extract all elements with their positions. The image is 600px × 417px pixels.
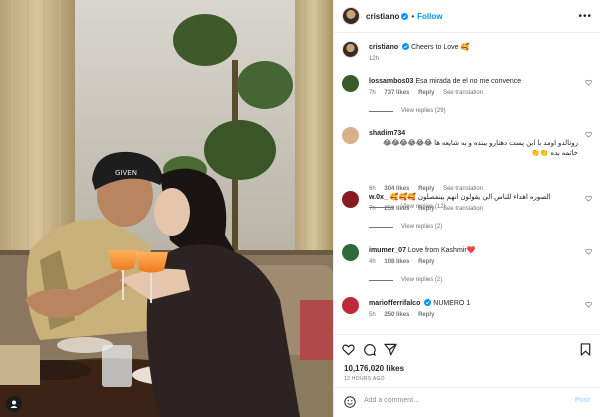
svg-text:GIVEN: GIVEN (115, 169, 137, 177)
heart-icon[interactable] (342, 343, 355, 356)
caption: cristiano Cheers to Love 🥰 12h (342, 41, 592, 71)
comment-item: w.0x_ الصوره اهداء للناس الي يقولون انهم… (342, 191, 592, 236)
post-timestamp: 12 HOURS AGO (344, 376, 385, 382)
header-separator: • (411, 11, 415, 21)
post-image: GIVEN (0, 0, 333, 417)
heart-icon[interactable] (585, 195, 592, 202)
comment-likes[interactable]: 108 likes (384, 259, 409, 265)
comment-item: lossambos03 Esa mirada de el no me conve… (342, 75, 592, 120)
commenter-username[interactable]: imumer_07 (369, 247, 406, 254)
commenter-avatar[interactable] (342, 127, 359, 144)
see-translation-button[interactable]: See translation (443, 206, 483, 212)
caption-time: 12h (369, 56, 380, 62)
share-icon[interactable] (384, 343, 397, 356)
verified-icon (401, 12, 409, 20)
comment-item: shadim734 رونالدو اومد با ابن پست دهنارو… (342, 127, 592, 210)
view-replies-button[interactable]: View replies (2) (369, 224, 442, 230)
view-replies-label: View replies (2) (401, 224, 443, 230)
post-comment-button[interactable]: Post (575, 397, 590, 404)
comment-item: mariofferrifalco NUMERO 1 5h 250 likes R… (342, 297, 592, 327)
view-replies-label: View replies (2) (401, 277, 443, 283)
reply-button[interactable]: Reply (418, 312, 434, 318)
post-side-panel: cristiano • Follow ••• cristiano Cheers … (333, 0, 600, 417)
more-icon[interactable]: ••• (578, 11, 592, 22)
view-replies-label: View replies (29) (401, 108, 446, 114)
heart-icon[interactable] (585, 131, 592, 138)
add-comment-bar: Add a comment… Post (334, 387, 600, 417)
comment-icon[interactable] (363, 343, 376, 356)
comment-item: imumer_07 Love from Kashmir❤️ 4h 108 lik… (342, 244, 592, 289)
author-username[interactable]: cristiano (366, 12, 399, 21)
comment-time: 5h (369, 312, 376, 318)
view-replies-button[interactable]: View replies (2) (369, 277, 442, 283)
commenter-username[interactable]: mariofferrifalco (369, 300, 420, 307)
bookmark-icon[interactable] (579, 343, 592, 356)
caption-text: Cheers to Love 🥰 (411, 44, 470, 51)
reply-button[interactable]: Reply (418, 90, 434, 96)
comment-likes[interactable]: 259 likes (384, 206, 409, 212)
comment-likes[interactable]: 737 likes (384, 90, 409, 96)
follow-button[interactable]: Follow (417, 12, 442, 21)
post-photo[interactable]: GIVEN (0, 0, 333, 417)
commenter-username[interactable]: lossambos03 (369, 78, 413, 85)
comment-time: 7h (369, 206, 376, 212)
reply-button[interactable]: Reply (418, 259, 434, 265)
commenter-avatar[interactable] (342, 244, 359, 261)
comments-list[interactable]: cristiano Cheers to Love 🥰 12h lossambos… (334, 33, 600, 333)
comment-text: الصوره اهداء للناس الي يقولون انهم بينفص… (389, 194, 551, 201)
caption-username[interactable]: cristiano (369, 44, 398, 51)
comment-time: 7h (369, 90, 376, 96)
heart-icon[interactable] (585, 248, 592, 255)
comment-text: رونالدو اومد با ابن پست دهنارو ببنده و ب… (383, 140, 578, 157)
commenter-username[interactable]: w.0x_ (369, 194, 388, 201)
post-actions: 10,176,020 likes 12 HOURS AGO (334, 334, 600, 384)
post-header: cristiano • Follow ••• (334, 0, 600, 33)
tagged-user-icon[interactable] (6, 396, 22, 412)
comment-text: NUMERO 1 (433, 300, 471, 307)
reply-button[interactable]: Reply (418, 206, 434, 212)
add-comment-input[interactable]: Add a comment… (364, 397, 420, 404)
commenter-username[interactable]: shadim734 (369, 130, 405, 137)
author-avatar[interactable] (342, 7, 360, 25)
view-replies-button[interactable]: View replies (29) (369, 108, 446, 114)
heart-icon[interactable] (585, 301, 592, 308)
likes-count[interactable]: 10,176,020 likes (344, 364, 404, 373)
comment-time: 4h (369, 259, 376, 265)
verified-icon (424, 299, 432, 306)
verified-icon (402, 43, 410, 50)
commenter-avatar[interactable] (342, 75, 359, 92)
caption-avatar[interactable] (342, 41, 359, 58)
commenter-avatar[interactable] (342, 297, 359, 314)
comment-likes[interactable]: 250 likes (384, 312, 409, 318)
see-translation-button[interactable]: See translation (443, 90, 483, 96)
emoji-icon[interactable] (344, 396, 356, 408)
commenter-avatar[interactable] (342, 191, 359, 208)
comment-text: Esa mirada de el no me convence (415, 78, 522, 85)
heart-icon[interactable] (585, 79, 592, 86)
comment-text: Love from Kashmir❤️ (407, 247, 476, 254)
